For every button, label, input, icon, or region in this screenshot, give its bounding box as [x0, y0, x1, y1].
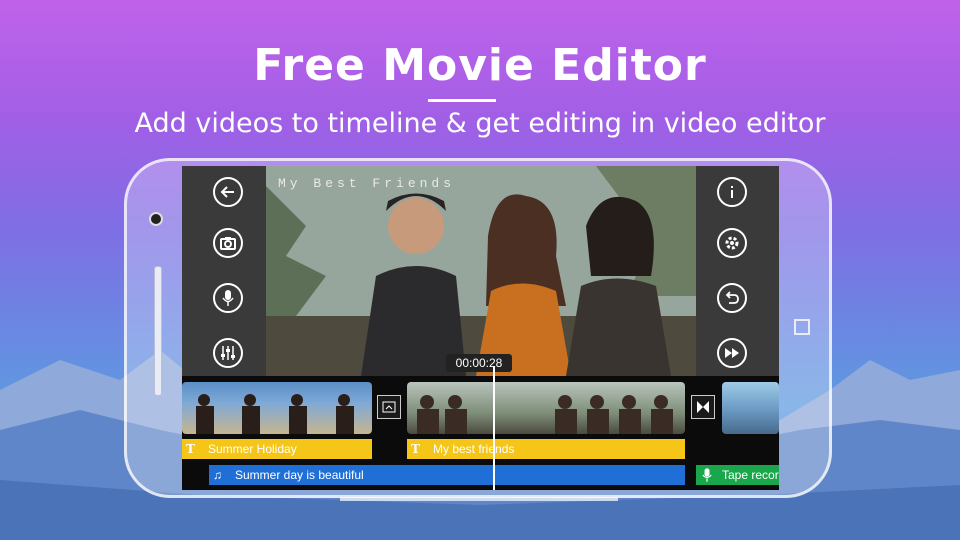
phone-camera [149, 212, 163, 226]
current-time-label: 00:00:28 [446, 354, 512, 372]
video-clip-3[interactable] [722, 382, 779, 434]
equalizer-icon[interactable] [213, 338, 243, 368]
back-arrow-icon[interactable] [213, 177, 243, 207]
title-divider [428, 99, 496, 102]
info-icon[interactable] [717, 177, 747, 207]
undo-icon[interactable] [717, 283, 747, 313]
settings-gear-icon[interactable] [717, 228, 747, 258]
preview-watermark-text: My Best Friends [278, 176, 456, 191]
transition-icon [382, 401, 396, 413]
music-track[interactable]: ♫ Summer day is beautiful [209, 465, 685, 485]
page-title: Free Movie Editor [253, 40, 707, 91]
clip-1-thumbnails [196, 394, 354, 434]
video-preview[interactable]: My Best Friends [266, 166, 696, 376]
voice-track-label: Tape recor [722, 468, 779, 482]
text-track-2-label: My best friends [433, 442, 515, 456]
playhead[interactable] [493, 366, 495, 490]
editor-screen: My Best Friends 00:00:28 T Summer Holida… [182, 166, 779, 490]
fast-forward-icon[interactable] [717, 338, 747, 368]
video-clip-1[interactable] [182, 382, 372, 434]
voice-track[interactable]: Tape recor [696, 465, 779, 485]
transition-bowtie-icon [697, 401, 709, 413]
microphone-icon[interactable] [213, 283, 243, 313]
clip-2-thumbnails [417, 395, 673, 434]
video-clip-2[interactable] [407, 382, 685, 434]
transition-button-1[interactable] [377, 395, 401, 419]
music-track-label: Summer day is beautiful [235, 468, 364, 482]
right-control-panel [696, 166, 779, 376]
phone-side-button [154, 266, 162, 396]
transition-button-2[interactable] [691, 395, 715, 419]
phone-home-button [794, 319, 810, 335]
microphone-icon [702, 468, 712, 482]
page-subtitle: Add videos to timeline & get editing in … [134, 108, 826, 139]
text-track-icon: T [186, 442, 195, 456]
timeline[interactable]: T Summer Holiday T My best friends ♫ Sum… [182, 376, 779, 490]
camera-icon[interactable] [213, 228, 243, 258]
text-track-2[interactable]: T My best friends [407, 439, 685, 459]
text-track-1-label: Summer Holiday [208, 442, 297, 456]
text-track-1[interactable]: T Summer Holiday [182, 439, 372, 459]
preview-people-scene [266, 166, 696, 376]
music-note-icon: ♫ [213, 468, 222, 482]
text-track-icon: T [411, 442, 420, 456]
phone-bottom-edge [340, 497, 618, 501]
left-control-panel [182, 166, 266, 376]
